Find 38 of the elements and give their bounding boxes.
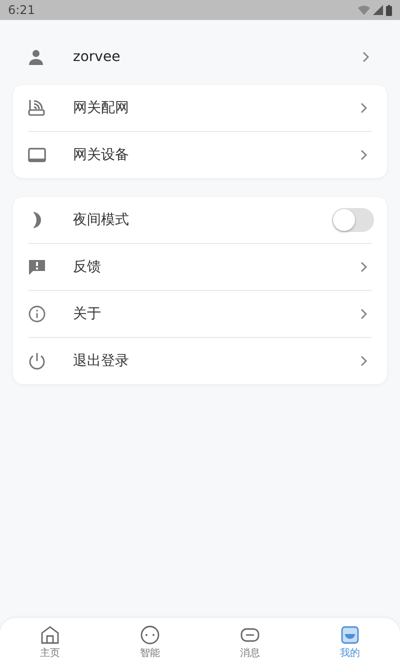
moon-icon xyxy=(30,211,44,229)
signal-icon xyxy=(373,5,383,15)
nav-tab[interactable]: 智能 xyxy=(100,618,200,666)
wifi-icon xyxy=(358,5,370,15)
profile-row[interactable]: zorvee xyxy=(0,29,400,85)
settings-item[interactable]: 关于 xyxy=(28,291,372,338)
settings-label: 网关配网 xyxy=(73,99,130,117)
settings-label: 关于 xyxy=(73,305,102,323)
power-icon xyxy=(28,352,46,370)
battery-icon xyxy=(386,4,392,16)
profile-icon xyxy=(340,624,360,644)
settings-item[interactable]: 退出登录 xyxy=(28,338,372,384)
chevron-right-icon xyxy=(360,308,368,320)
settings-item[interactable]: 反馈 xyxy=(28,244,372,291)
toggle-switch[interactable] xyxy=(332,208,374,232)
chevron-right-icon xyxy=(360,354,368,366)
laptop-icon xyxy=(28,147,46,163)
settings-label: 夜间模式 xyxy=(73,211,130,229)
user-name: zorvee xyxy=(73,49,122,65)
person-icon xyxy=(28,49,44,65)
chevron-right-icon xyxy=(360,102,368,114)
router-icon xyxy=(28,99,46,117)
home-icon xyxy=(40,624,60,644)
nav-tab[interactable]: 消息 xyxy=(200,618,300,666)
status-time: 6:21 xyxy=(8,3,35,17)
chevron-right-icon xyxy=(360,260,368,272)
nav-tab[interactable]: 主页 xyxy=(0,618,100,666)
settings-label: 网关设备 xyxy=(73,146,130,164)
chevron-right-icon xyxy=(360,148,368,160)
chevron-right-icon xyxy=(362,51,370,63)
settings-item[interactable]: 网关配网 xyxy=(28,85,372,132)
plug-icon xyxy=(140,624,160,644)
settings-item[interactable]: 网关设备 xyxy=(28,132,372,178)
settings-label: 反馈 xyxy=(73,258,102,276)
feedback-icon xyxy=(28,258,46,276)
settings-label: 退出登录 xyxy=(73,352,130,370)
info-icon xyxy=(28,305,46,323)
settings-item[interactable]: 夜间模式 xyxy=(28,197,372,244)
